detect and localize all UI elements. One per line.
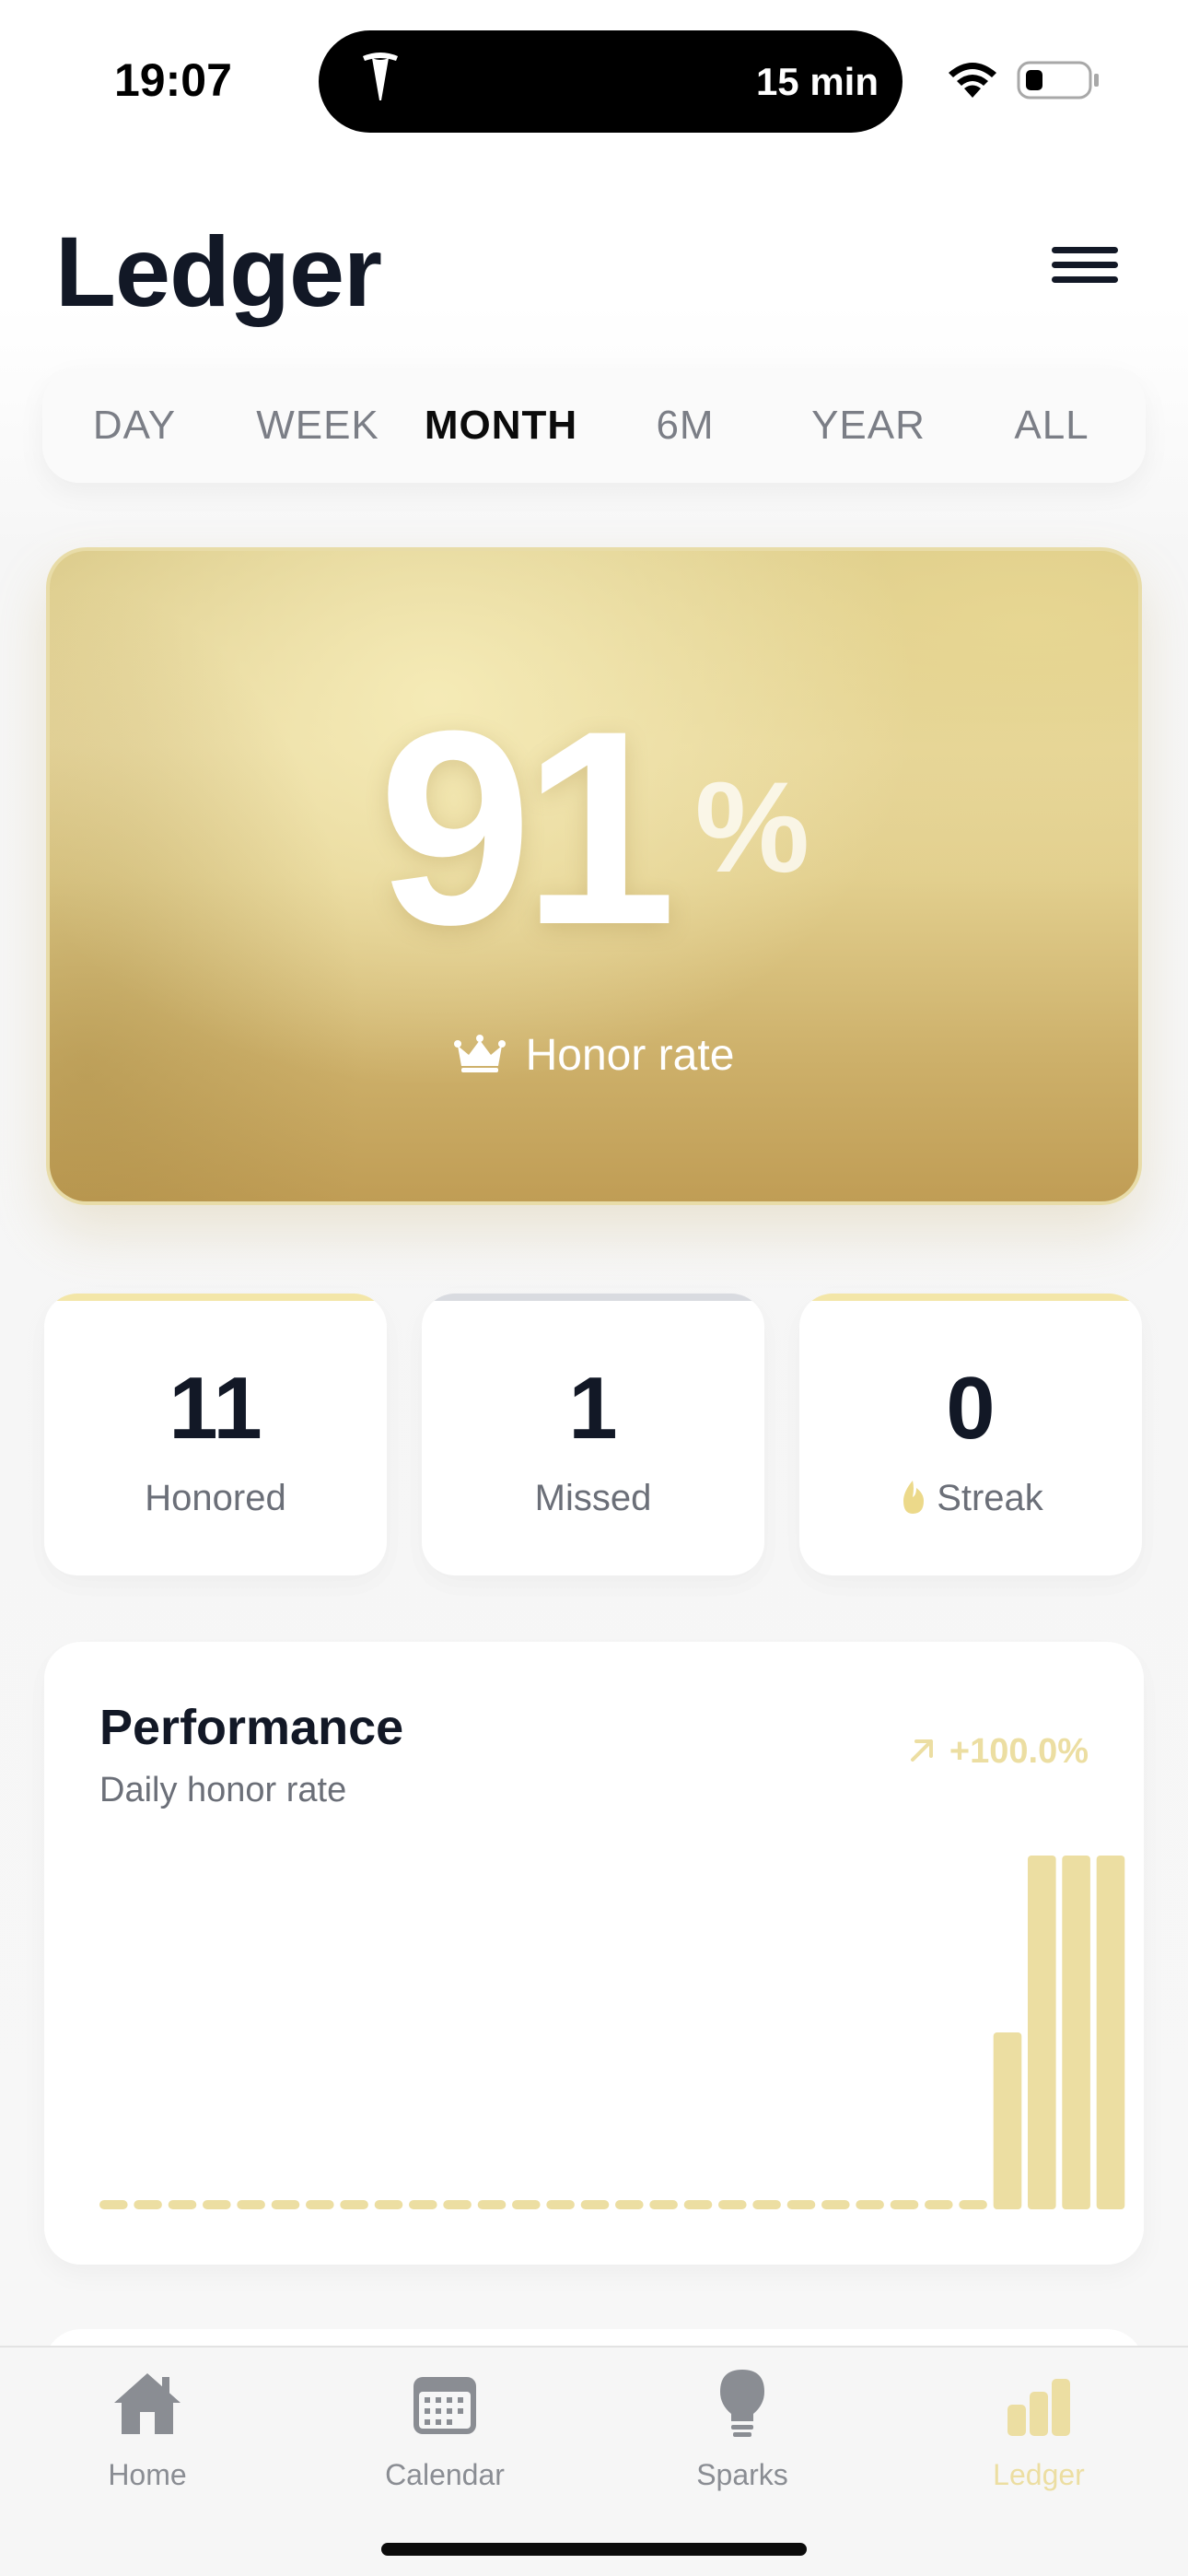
stat-card-honored[interactable]: 11 Honored bbox=[44, 1294, 387, 1575]
wifi-icon bbox=[949, 63, 996, 98]
stat-accent bbox=[799, 1294, 1142, 1301]
chart-bar bbox=[546, 2200, 575, 2209]
tab-year[interactable]: YEAR bbox=[786, 369, 951, 483]
crown-icon bbox=[453, 1035, 506, 1072]
stat-card-streak[interactable]: 0 Streak bbox=[799, 1294, 1142, 1575]
stat-accent bbox=[422, 1294, 764, 1301]
calendar-icon bbox=[413, 2377, 476, 2434]
chart-bar bbox=[306, 2200, 334, 2209]
chart-bar bbox=[786, 2200, 816, 2209]
chart-bar bbox=[512, 2200, 541, 2209]
chart-bar bbox=[168, 2200, 197, 2209]
chart-bar bbox=[925, 2200, 953, 2209]
tab-calendar-label: Calendar bbox=[385, 2458, 505, 2491]
chart-bar bbox=[580, 2200, 610, 2209]
honor-rate-unit: % bbox=[694, 755, 810, 899]
page-title: Ledger bbox=[55, 216, 382, 327]
menu-button[interactable] bbox=[1044, 241, 1122, 289]
range-selector: DAY WEEK MONTH 6M YEAR ALL bbox=[42, 369, 1146, 483]
home-indicator bbox=[381, 2543, 807, 2556]
chart-bar bbox=[890, 2200, 919, 2209]
chart-bar bbox=[99, 2200, 128, 2209]
chart-bar bbox=[649, 2200, 678, 2209]
chart-bar bbox=[203, 2200, 231, 2209]
stat-label-missed: Missed bbox=[534, 1478, 652, 1518]
tab-all[interactable]: ALL bbox=[969, 369, 1135, 483]
status-time: 19:07 bbox=[114, 54, 232, 106]
honor-rate-value-group: 91% bbox=[50, 689, 1138, 966]
performance-card[interactable]: Performance Daily honor rate +100.0% bbox=[44, 1642, 1144, 2265]
tab-calendar[interactable]: Calendar bbox=[353, 2348, 537, 2495]
honor-rate-label: Honor rate bbox=[525, 1031, 735, 1080]
chart-bar bbox=[993, 2032, 1022, 2209]
battery-low-icon bbox=[1017, 61, 1099, 100]
tab-day[interactable]: DAY bbox=[52, 369, 217, 483]
island-timer: 15 min bbox=[755, 60, 879, 103]
tab-home[interactable]: Home bbox=[55, 2348, 239, 2495]
chart-bar bbox=[856, 2200, 884, 2209]
tab-home-label: Home bbox=[108, 2458, 187, 2491]
stat-value-honored: 11 bbox=[169, 1359, 262, 1458]
tab-sparks-label: Sparks bbox=[696, 2458, 788, 2491]
hamburger-menu-icon bbox=[1052, 247, 1118, 253]
stat-label-streak: Streak bbox=[937, 1478, 1043, 1518]
tab-6m[interactable]: 6M bbox=[602, 369, 768, 483]
chart-bar bbox=[134, 2200, 162, 2209]
chart-bar bbox=[340, 2200, 368, 2209]
flame-icon bbox=[903, 1481, 925, 1514]
stat-accent bbox=[44, 1294, 387, 1301]
chart-bar bbox=[237, 2200, 265, 2209]
tab-month[interactable]: MONTH bbox=[418, 369, 584, 483]
chart-bar bbox=[409, 2200, 437, 2209]
chart-bar bbox=[271, 2200, 300, 2209]
chart-bar bbox=[443, 2200, 472, 2209]
chart-bar bbox=[1096, 1856, 1125, 2209]
stat-value-missed: 1 bbox=[568, 1359, 618, 1458]
performance-chart bbox=[99, 1856, 1125, 2209]
chart-bar bbox=[718, 2200, 747, 2209]
stat-label-streak-group: Streak bbox=[799, 1478, 1142, 1519]
chart-bar bbox=[821, 2200, 850, 2209]
chart-bar bbox=[683, 2200, 713, 2209]
chart-bar bbox=[959, 2200, 987, 2209]
tab-ledger-label: Ledger bbox=[993, 2458, 1085, 2491]
stat-card-missed[interactable]: 1 Missed bbox=[422, 1294, 764, 1575]
chart-bar bbox=[1028, 1856, 1056, 2209]
honor-rate-caption: Honor rate bbox=[50, 1030, 1138, 1081]
honor-rate-card[interactable]: 91% Honor rate bbox=[46, 547, 1142, 1205]
chart-bar bbox=[477, 2200, 507, 2209]
tab-ledger[interactable]: Ledger bbox=[947, 2348, 1131, 2495]
stat-label-honored: Honored bbox=[145, 1478, 286, 1518]
dynamic-island[interactable]: 15 min bbox=[319, 30, 903, 133]
tab-sparks[interactable]: Sparks bbox=[650, 2348, 834, 2495]
honor-rate-number: 91 bbox=[378, 673, 677, 982]
chart-bar bbox=[615, 2200, 644, 2209]
tab-bar: Home Calendar Sparks Ledger bbox=[0, 2346, 1188, 2576]
chart-bar bbox=[374, 2200, 403, 2209]
stat-value-streak: 0 bbox=[946, 1359, 996, 1458]
bar-chart-icon bbox=[1007, 2379, 1070, 2436]
lightbulb-icon bbox=[720, 2370, 764, 2437]
tab-week[interactable]: WEEK bbox=[235, 369, 401, 483]
chart-bar bbox=[1062, 1856, 1090, 2209]
tesla-logo-icon bbox=[363, 53, 398, 100]
home-icon bbox=[114, 2373, 181, 2434]
chart-bar bbox=[752, 2200, 781, 2209]
